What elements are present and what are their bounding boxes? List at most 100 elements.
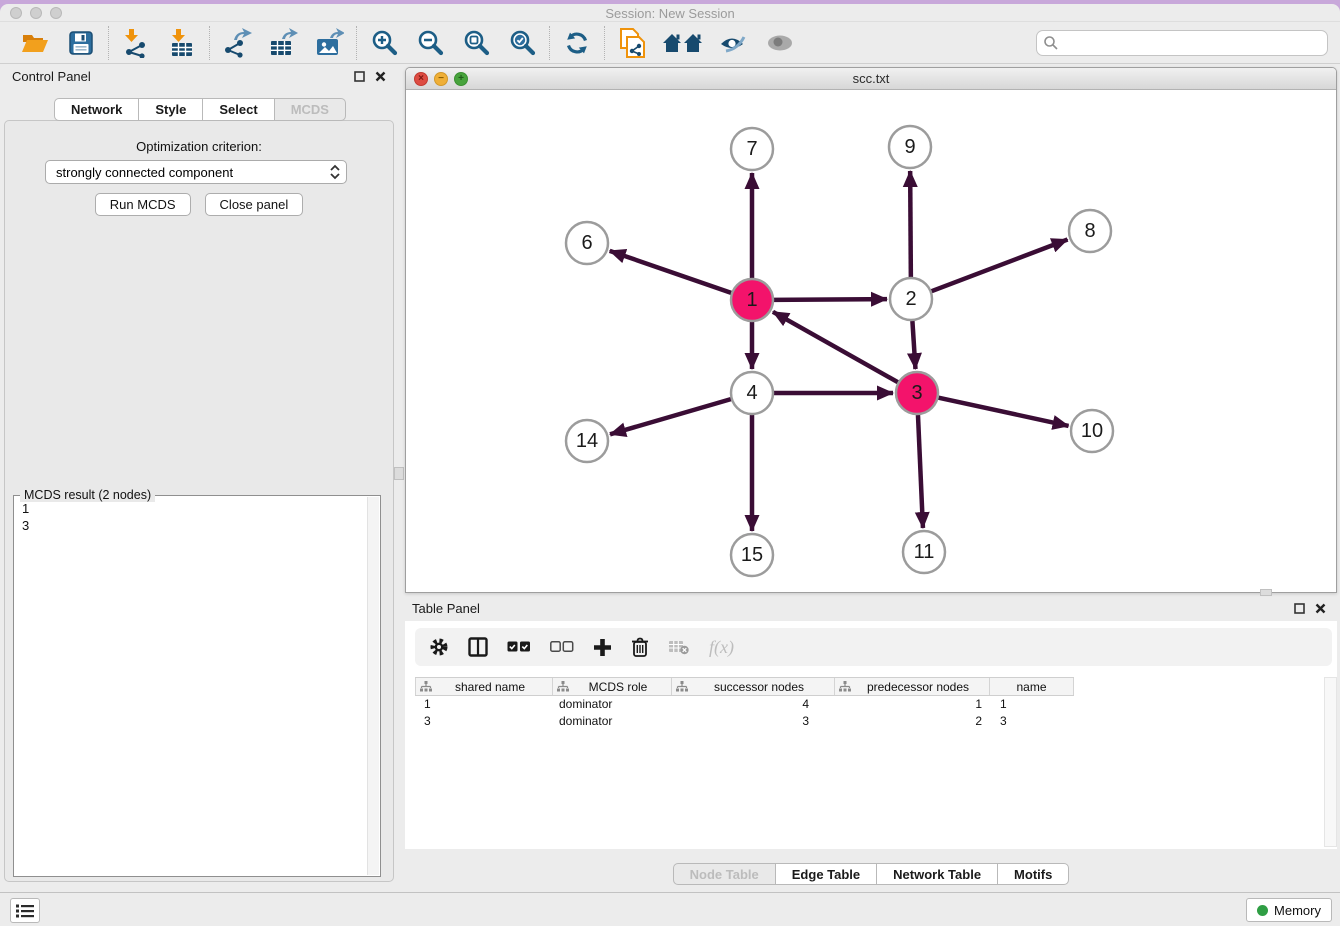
cell-successor-nodes[interactable]: 3	[672, 713, 835, 730]
search-box[interactable]	[1036, 30, 1328, 56]
cell-mcds-role[interactable]: dominator	[553, 713, 672, 730]
status-bar: Memory	[0, 892, 1340, 926]
tab-motifs[interactable]: Motifs	[997, 863, 1069, 885]
graph-edge-2-9[interactable]	[910, 171, 911, 277]
tab-network-table[interactable]: Network Table	[876, 863, 998, 885]
graph-node-label: 9	[904, 136, 915, 158]
result-scrollbar[interactable]	[367, 497, 379, 875]
network-window: × − + scc.txt 7968124314101511	[405, 67, 1337, 593]
hide-selected-button[interactable]	[717, 26, 751, 60]
delete-table-button[interactable]	[668, 639, 690, 655]
main-toolbar	[0, 22, 1340, 64]
homes-icon	[662, 31, 704, 55]
import-network-icon	[121, 28, 151, 58]
tab-style[interactable]: Style	[138, 98, 203, 121]
network-window-title: scc.txt	[406, 71, 1336, 86]
zoom-in-icon	[371, 29, 398, 56]
horizontal-splitter-handle[interactable]	[1260, 589, 1272, 596]
network-canvas[interactable]: 7968124314101511	[407, 91, 1335, 591]
columns-icon	[468, 637, 488, 657]
import-network-button[interactable]	[119, 26, 153, 60]
memory-label: Memory	[1274, 903, 1321, 918]
mcds-result-line: 1	[22, 500, 29, 517]
zoom-in-button[interactable]	[367, 26, 401, 60]
export-network-button[interactable]	[220, 26, 254, 60]
graph-edge-3-10[interactable]	[938, 398, 1068, 426]
float-panel-icon[interactable]	[354, 71, 365, 82]
export-table-button[interactable]	[266, 26, 300, 60]
tab-edge-table[interactable]: Edge Table	[775, 863, 877, 885]
unselect-all-columns-button[interactable]	[550, 641, 574, 653]
mcds-panel: Optimization criterion: strongly connect…	[4, 120, 394, 882]
graph-edge-1-6[interactable]	[610, 251, 732, 293]
table-scrollbar[interactable]	[1324, 677, 1337, 847]
search-input[interactable]	[1059, 35, 1321, 50]
delete-column-button[interactable]	[631, 637, 649, 657]
graph-node-label: 2	[905, 288, 916, 310]
graph-node-label: 3	[911, 382, 922, 404]
table-settings-button[interactable]	[429, 637, 449, 657]
graph-node-label: 6	[581, 232, 592, 254]
column-header-predecessor-nodes[interactable]: predecessor nodes	[835, 678, 990, 695]
criterion-dropdown[interactable]: strongly connected component	[45, 160, 347, 184]
table-row[interactable]: 1 dominator 4 1 1	[415, 696, 1074, 713]
column-header-successor-nodes[interactable]: successor nodes	[672, 678, 835, 695]
apply-layout-button[interactable]	[560, 26, 594, 60]
cell-successor-nodes[interactable]: 4	[672, 696, 835, 713]
tab-mcds[interactable]: MCDS	[274, 98, 346, 121]
graph-edge-3-11[interactable]	[918, 415, 923, 528]
fx-icon: f(x)	[709, 637, 734, 658]
control-panel-tabs: Network Style Select MCDS	[0, 98, 400, 121]
refresh-icon	[564, 30, 590, 56]
cell-name[interactable]: 3	[990, 713, 1074, 730]
cell-shared-name[interactable]: 3	[415, 713, 553, 730]
save-session-button[interactable]	[64, 26, 98, 60]
graph-node-label: 7	[746, 138, 757, 160]
zoom-selected-button[interactable]	[505, 26, 539, 60]
tab-node-table[interactable]: Node Table	[673, 863, 776, 885]
column-header-shared-name[interactable]: shared name	[415, 678, 553, 695]
cell-mcds-role[interactable]: dominator	[553, 696, 672, 713]
close-panel-icon[interactable]	[1315, 603, 1326, 614]
graph-edge-3-1[interactable]	[773, 312, 898, 382]
task-history-button[interactable]	[10, 898, 40, 923]
cell-predecessor-nodes[interactable]: 1	[835, 696, 990, 713]
zoom-out-button[interactable]	[413, 26, 447, 60]
zoom-out-icon	[417, 29, 444, 56]
cell-name[interactable]: 1	[990, 696, 1074, 713]
show-selected-button[interactable]	[763, 26, 797, 60]
criterion-value: strongly connected component	[56, 165, 328, 180]
column-header-name[interactable]: name	[990, 678, 1074, 695]
graph-edge-2-8[interactable]	[932, 240, 1068, 292]
new-network-from-selection-button[interactable]	[615, 26, 649, 60]
cell-predecessor-nodes[interactable]: 2	[835, 713, 990, 730]
tab-select[interactable]: Select	[202, 98, 274, 121]
zoom-fit-button[interactable]	[459, 26, 493, 60]
import-table-button[interactable]	[165, 26, 199, 60]
select-all-columns-button[interactable]	[507, 641, 531, 653]
column-header-mcds-role[interactable]: MCDS role	[553, 678, 672, 695]
float-panel-icon[interactable]	[1294, 603, 1305, 614]
column-type-icon	[557, 681, 569, 692]
column-browser-button[interactable]	[468, 637, 488, 657]
graph-node-label: 15	[741, 544, 763, 566]
close-panel-button[interactable]: Close panel	[205, 193, 304, 216]
graph-edge-1-2[interactable]	[774, 299, 887, 300]
run-mcds-button[interactable]: Run MCDS	[95, 193, 191, 216]
mcds-result-box: MCDS result (2 nodes) 1 3	[13, 495, 381, 877]
close-panel-icon[interactable]	[375, 71, 386, 82]
show-all-networks-button[interactable]	[661, 26, 705, 60]
graph-edge-2-3[interactable]	[912, 321, 915, 369]
graph-edge-4-14[interactable]	[610, 399, 731, 434]
export-image-button[interactable]	[312, 26, 346, 60]
function-builder-button[interactable]: f(x)	[709, 637, 734, 658]
cell-shared-name[interactable]: 1	[415, 696, 553, 713]
app-titlebar: Session: New Session	[0, 4, 1340, 22]
create-column-button[interactable]	[593, 638, 612, 657]
open-file-button[interactable]	[18, 26, 52, 60]
tab-network[interactable]: Network	[54, 98, 139, 121]
control-panel-title: Control Panel	[12, 69, 91, 84]
network-window-titlebar[interactable]: × − + scc.txt	[406, 68, 1336, 90]
memory-button[interactable]: Memory	[1246, 898, 1332, 922]
table-row[interactable]: 3 dominator 3 2 3	[415, 713, 1074, 730]
